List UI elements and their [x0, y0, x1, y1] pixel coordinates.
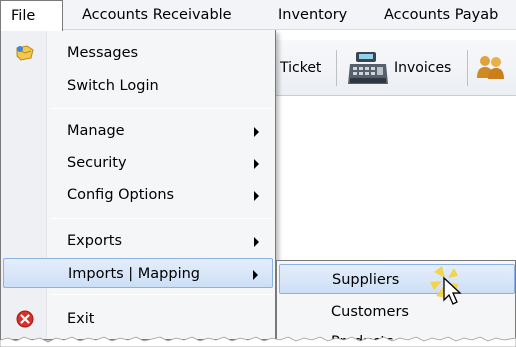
menu-bar: File Accounts Receivable Inventory Accou…	[0, 0, 516, 31]
toolbar-separator	[336, 50, 337, 86]
submenu-arrow-icon	[254, 237, 259, 247]
people-icon[interactable]	[476, 54, 506, 80]
menu-item-switch-login[interactable]: Switch Login	[3, 71, 273, 101]
menu-item-label: Exit	[67, 311, 95, 327]
exit-icon	[16, 310, 34, 328]
menu-accounts-receivable[interactable]: Accounts Receivable	[74, 0, 240, 30]
menu-item-label: Exports	[67, 233, 123, 249]
mouse-cursor-icon	[430, 266, 462, 305]
toolbar: Ticket Invoices	[272, 40, 516, 96]
submenu-item-label: Suppliers	[332, 272, 400, 288]
menu-item-messages[interactable]: Messages	[3, 38, 273, 68]
menu-separator	[51, 108, 273, 109]
menu-item-exports[interactable]: Exports	[3, 226, 273, 256]
menu-item-imports-mapping[interactable]: Imports | Mapping	[3, 258, 273, 288]
menu-separator	[51, 218, 273, 219]
submenu-arrow-icon	[253, 270, 258, 280]
file-menu-dropdown: Messages Switch Login Manage Security Co…	[0, 30, 276, 340]
submenu-item-customers[interactable]: Customers	[279, 297, 515, 327]
submenu-arrow-icon	[254, 127, 259, 137]
messages-icon	[16, 45, 34, 61]
ticket-button-label: Ticket	[280, 60, 322, 76]
menu-item-security[interactable]: Security	[3, 148, 273, 178]
submenu-item-suppliers[interactable]: Suppliers	[279, 264, 515, 294]
menu-separator	[51, 294, 273, 295]
menu-item-config-options[interactable]: Config Options	[3, 180, 273, 210]
menu-item-label: Imports | Mapping	[68, 266, 201, 282]
menu-accounts-payable[interactable]: Accounts Payab	[376, 0, 506, 30]
menu-item-label: Messages	[67, 45, 139, 61]
menu-inventory[interactable]: Inventory	[270, 0, 355, 30]
cash-register-icon	[348, 52, 388, 84]
submenu-arrow-icon	[254, 159, 259, 169]
ticket-button[interactable]: Ticket	[280, 48, 321, 88]
submenu-item-label: Customers	[331, 304, 409, 320]
invoices-button-label: Invoices	[394, 60, 452, 76]
menu-item-manage[interactable]: Manage	[3, 116, 273, 146]
submenu-arrow-icon	[254, 191, 259, 201]
menu-item-label: Manage	[67, 123, 125, 139]
menu-item-label: Config Options	[67, 187, 175, 203]
invoices-button[interactable]: Invoices	[346, 48, 451, 88]
menu-file[interactable]: File	[0, 0, 63, 31]
menu-item-label: Switch Login	[67, 78, 159, 94]
menu-item-label: Security	[67, 155, 127, 171]
torn-edge-decoration	[0, 336, 516, 347]
toolbar-separator	[467, 50, 468, 86]
